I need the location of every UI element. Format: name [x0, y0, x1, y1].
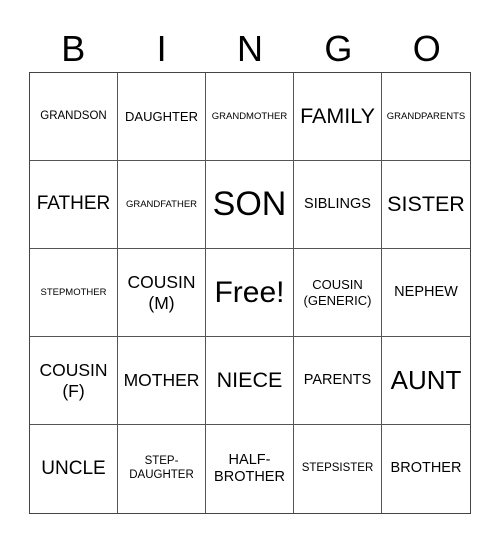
bingo-cell[interactable]: BROTHER	[382, 425, 470, 513]
header-letter-o: O	[412, 28, 441, 69]
bingo-cell[interactable]: DAUGHTER	[118, 73, 206, 161]
bingo-cell[interactable]: AUNT	[382, 337, 470, 425]
header-letter-g: G	[324, 28, 353, 69]
bingo-cell[interactable]: NEPHEW	[382, 249, 470, 337]
bingo-cell[interactable]: PARENTS	[294, 337, 382, 425]
bingo-cell[interactable]: MOTHER	[118, 337, 206, 425]
bingo-cell[interactable]: GRANDFATHER	[118, 161, 206, 249]
bingo-cell[interactable]: COUSIN (M)	[118, 249, 206, 337]
bingo-cell[interactable]: STEP- DAUGHTER	[118, 425, 206, 513]
bingo-cell[interactable]: FAMILY	[294, 73, 382, 161]
bingo-cell[interactable]: SON	[206, 161, 294, 249]
header-letter-i: I	[156, 28, 167, 69]
header-letter-n: N	[236, 28, 263, 69]
bingo-card-grid: GRANDSON DAUGHTER GRANDMOTHER FAMILY GRA…	[29, 72, 471, 514]
bingo-cell[interactable]: GRANDMOTHER	[206, 73, 294, 161]
bingo-cell[interactable]: COUSIN (F)	[30, 337, 118, 425]
bingo-cell[interactable]: SIBLINGS	[294, 161, 382, 249]
bingo-cell[interactable]: STEPSISTER	[294, 425, 382, 513]
bingo-cell[interactable]: SISTER	[382, 161, 470, 249]
bingo-header: B I N G O	[29, 26, 471, 72]
bingo-cell[interactable]: NIECE	[206, 337, 294, 425]
bingo-cell[interactable]: FATHER	[30, 161, 118, 249]
header-letter-b: B	[61, 28, 86, 69]
bingo-cell[interactable]: GRANDSON	[30, 73, 118, 161]
bingo-cell[interactable]: HALF- BROTHER	[206, 425, 294, 513]
bingo-cell[interactable]: STEPMOTHER	[30, 249, 118, 337]
bingo-cell[interactable]: GRANDPARENTS	[382, 73, 470, 161]
free-space-cell[interactable]: Free!	[206, 249, 294, 337]
bingo-cell[interactable]: UNCLE	[30, 425, 118, 513]
bingo-cell[interactable]: COUSIN (GENERIC)	[294, 249, 382, 337]
